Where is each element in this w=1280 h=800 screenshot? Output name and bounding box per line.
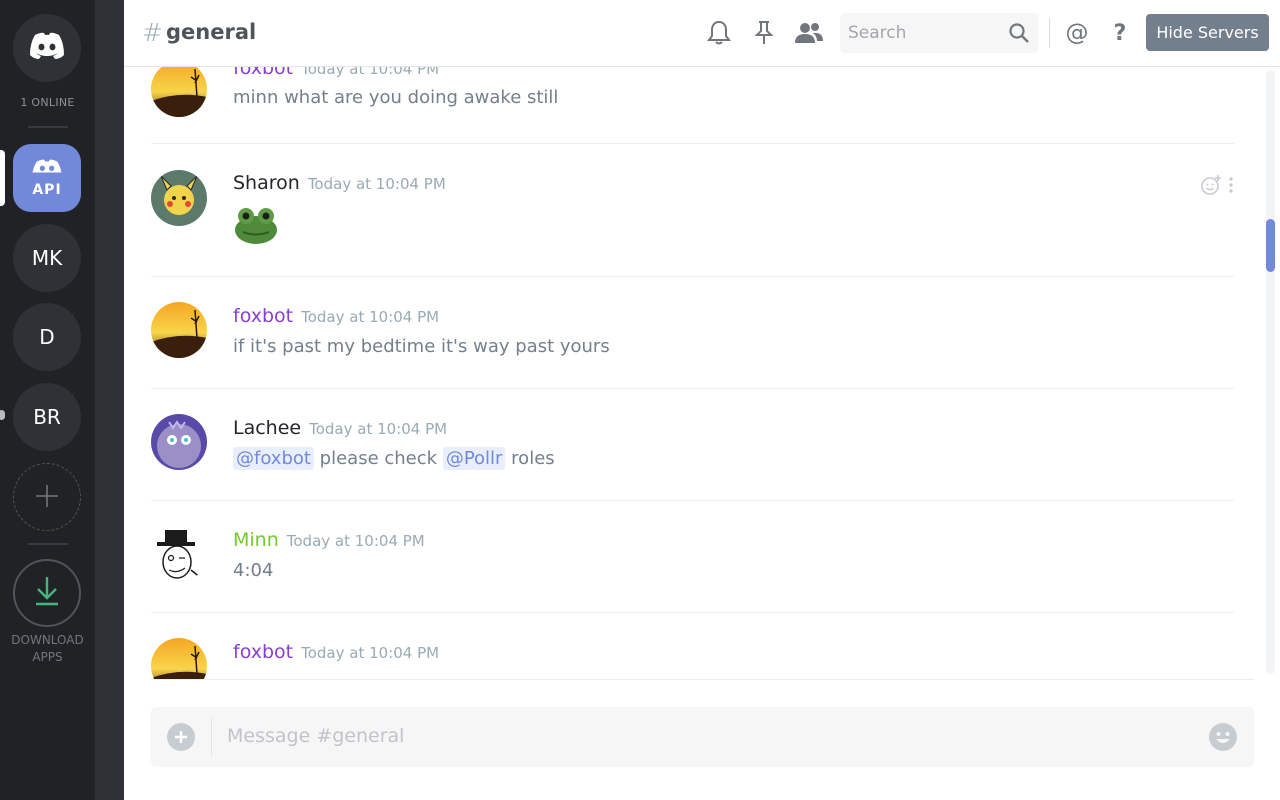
avatar[interactable]	[151, 170, 207, 226]
header-divider	[1049, 18, 1050, 48]
message-item: foxbot Today at 10:04 PM	[151, 613, 1234, 679]
server-api-label: API	[32, 181, 62, 198]
message-actions	[1200, 174, 1234, 200]
mentions-icon[interactable]: @	[1062, 18, 1092, 48]
server-mk[interactable]: MK	[13, 224, 81, 292]
message-item: Minn Today at 10:04 PM 4:04	[151, 501, 1234, 613]
message-item: foxbot Today at 10:04 PM minn what are y…	[151, 67, 1234, 144]
emoji-picker-icon[interactable]	[1208, 722, 1238, 756]
timestamp: Today at 10:04 PM	[301, 644, 440, 662]
members-icon[interactable]	[792, 18, 826, 48]
composer-divider-vertical	[211, 717, 212, 757]
avatar[interactable]	[151, 526, 207, 582]
avatar[interactable]	[151, 414, 207, 470]
online-count: 1 ONLINE	[20, 96, 75, 109]
download-apps-button[interactable]	[13, 559, 81, 627]
add-reaction-icon[interactable]	[1200, 174, 1222, 200]
channel-name: general	[166, 20, 257, 44]
frog-emoji	[233, 204, 279, 248]
scrollbar-thumb[interactable]	[1266, 219, 1275, 272]
home-button[interactable]	[13, 14, 81, 82]
username[interactable]: Lachee	[233, 417, 301, 439]
server-d[interactable]: D	[13, 303, 81, 371]
timestamp: Today at 10:04 PM	[301, 308, 440, 326]
username[interactable]: foxbot	[233, 67, 293, 79]
message-text: minn what are you doing awake still	[233, 87, 559, 108]
message-list: foxbot Today at 10:04 PM minn what are y…	[124, 67, 1254, 679]
more-options-icon[interactable]	[1228, 176, 1234, 198]
message-text: if it's past my bedtime it's way past yo…	[233, 336, 610, 357]
search-input[interactable]	[848, 23, 998, 43]
message-composer	[151, 707, 1254, 767]
rail-divider	[28, 126, 68, 128]
composer-divider	[151, 679, 1254, 680]
notification-bell-icon[interactable]	[704, 18, 734, 48]
server-api[interactable]: API	[13, 144, 81, 212]
add-server-button[interactable]	[13, 463, 81, 531]
timestamp: Today at 10:04 PM	[301, 67, 440, 78]
server-rail: 1 ONLINE API MK D BR DOWNLOAD APPS	[0, 0, 95, 800]
channel-header: # general @ ? Hide Servers	[124, 0, 1280, 67]
avatar[interactable]	[151, 638, 207, 679]
channel-hash-icon: #	[142, 18, 163, 47]
search-box[interactable]	[840, 13, 1038, 53]
pin-icon[interactable]	[749, 18, 779, 48]
selected-indicator	[0, 150, 5, 206]
timestamp: Today at 10:04 PM	[309, 420, 448, 438]
message-item: foxbot Today at 10:04 PM if it's past my…	[151, 277, 1234, 389]
hide-servers-button[interactable]: Hide Servers	[1146, 14, 1269, 51]
plus-icon	[34, 477, 60, 518]
message-text: 4:04	[233, 560, 274, 581]
help-icon[interactable]: ?	[1105, 18, 1135, 48]
unread-indicator	[0, 410, 5, 420]
message-item: Lachee Today at 10:04 PM @foxbot please …	[151, 389, 1234, 501]
server-br[interactable]: BR	[13, 383, 81, 451]
download-apps-label: DOWNLOAD APPS	[11, 633, 84, 664]
mention-foxbot[interactable]: @foxbot	[233, 447, 314, 470]
upload-button[interactable]	[167, 723, 195, 751]
plus-icon	[174, 725, 188, 750]
scrollbar-track[interactable]	[1266, 70, 1275, 674]
avatar[interactable]	[151, 67, 207, 117]
channel-sidebar-collapsed	[95, 0, 124, 800]
timestamp: Today at 10:04 PM	[286, 532, 425, 550]
username[interactable]: Sharon	[233, 172, 300, 194]
message-item: Sharon Today at 10:04 PM	[151, 144, 1234, 277]
search-icon[interactable]	[1008, 22, 1030, 48]
discord-logo-icon	[27, 31, 67, 66]
username[interactable]: foxbot	[233, 641, 293, 663]
mention-pollr[interactable]: @Pollr	[442, 447, 506, 470]
username[interactable]: foxbot	[233, 305, 293, 327]
timestamp: Today at 10:04 PM	[307, 175, 446, 193]
avatar[interactable]	[151, 302, 207, 358]
rail-divider	[28, 543, 68, 545]
message-input[interactable]	[227, 725, 1177, 747]
download-icon	[33, 575, 61, 612]
message-text: @foxbot please check @Pollr roles	[233, 447, 555, 470]
username[interactable]: Minn	[233, 529, 279, 551]
